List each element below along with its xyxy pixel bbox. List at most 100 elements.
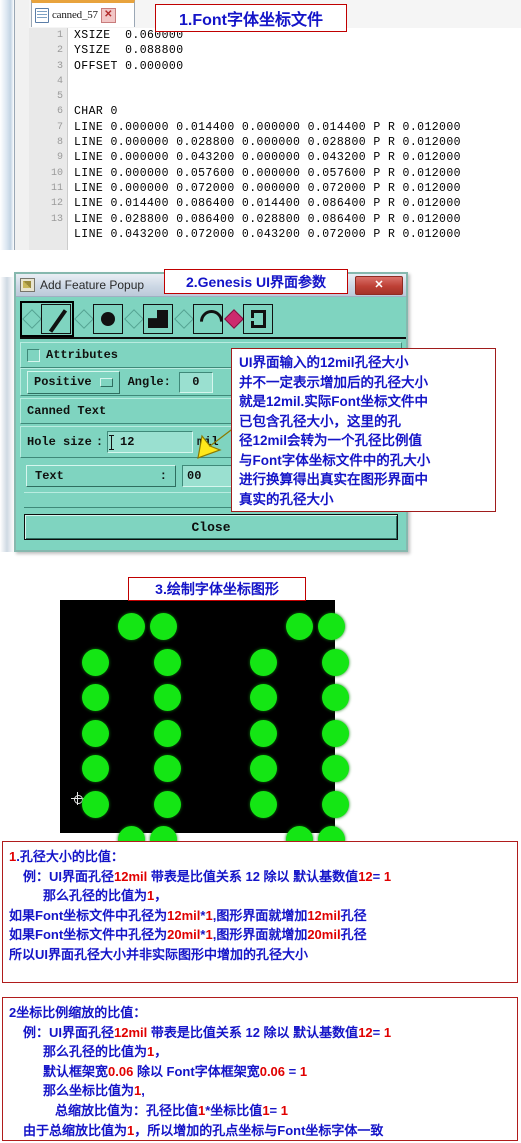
radio-diamond-icon-selected[interactable] xyxy=(224,309,244,329)
hole-size-explanation-note: UI界面输入的12mil孔径大小 并不一定表示增加后的孔径大小 就是12mil.… xyxy=(231,348,496,512)
polarity-dropdown[interactable]: Positive xyxy=(27,370,120,394)
note-line: 与Font字体坐标文件中的孔大小 xyxy=(239,452,431,468)
note-coordinate-scale-ratio: 2坐标比例缩放的比值： 例：UI界面孔径12mil 带表是比值关系 12 除以 … xyxy=(2,997,518,1141)
file-icon xyxy=(35,7,49,23)
hole-size-label: Hole size xyxy=(27,435,92,449)
code-line: LINE 0.000000 0.072000 0.000000 0.072000… xyxy=(74,181,461,195)
code-line: LINE 0.028800 0.086400 0.028800 0.086400… xyxy=(74,212,461,226)
note-line: 例：UI界面孔径12mil 带表是比值关系 12 除以 默认基数值12= 1 xyxy=(23,1024,392,1040)
glyph-dot xyxy=(150,613,177,640)
note-line: 进行换算得出真实在图形界面中 xyxy=(239,472,428,487)
tool-line[interactable] xyxy=(20,301,74,337)
note-line: 所以UI界面孔径大小并非实际图形中增加的孔径大小 xyxy=(9,946,309,962)
glyph-dot xyxy=(82,719,109,747)
note-line: 真实的孔径大小 xyxy=(239,491,334,507)
note-line: 并不一定表示增加后的孔径大小 xyxy=(239,374,428,390)
line-number: 13 xyxy=(50,213,63,225)
line-number: 11 xyxy=(50,182,63,194)
attributes-checkbox[interactable] xyxy=(27,348,40,362)
note-line: UI界面输入的12mil孔径大小 xyxy=(239,355,409,370)
feature-tool-row xyxy=(20,301,310,338)
line-number-gutter: 1 2 3 4 5 6 7 8 9 10 11 12 13 xyxy=(29,28,68,250)
line-number: 4 xyxy=(56,75,63,87)
surface-icon[interactable] xyxy=(143,304,173,334)
code-line: LINE 0.043200 0.072000 0.043200 0.072000… xyxy=(74,227,461,241)
line-number: 2 xyxy=(56,45,63,57)
note-line: 那么坐标比值为1, xyxy=(43,1083,145,1099)
glyph-dot xyxy=(322,755,349,782)
glyph-dot xyxy=(250,648,277,676)
line-number: 5 xyxy=(56,91,63,103)
chevron-down-icon[interactable] xyxy=(99,377,113,387)
radio-diamond-icon[interactable] xyxy=(124,309,144,329)
graphic-canvas[interactable] xyxy=(60,600,349,853)
line-number: 10 xyxy=(50,167,63,179)
code-line: LINE 0.014400 0.086400 0.014400 0.086400… xyxy=(74,197,461,211)
line-number: 6 xyxy=(56,106,63,118)
callout-font-file: 1.Font字体坐标文件 xyxy=(155,4,347,32)
tab-label: canned_57 xyxy=(52,9,98,21)
hole-size-colon: : xyxy=(95,435,104,449)
note-line: 由于总缩放比值为1，所以增加的孔点坐标与Font坐标字体一致 xyxy=(23,1122,384,1138)
glyph-dot xyxy=(154,790,181,818)
glyph-dot xyxy=(154,755,181,782)
close-button[interactable]: Close xyxy=(24,514,398,540)
line-number: 1 xyxy=(56,30,63,41)
arc-icon[interactable] xyxy=(193,304,228,338)
tool-pad[interactable] xyxy=(74,301,124,337)
pad-icon[interactable] xyxy=(93,304,123,334)
note-title: 1.孔径大小的比值： xyxy=(9,849,124,864)
tool-text[interactable] xyxy=(224,301,274,337)
editor-body: 1 2 3 4 5 6 7 8 9 10 11 12 13 XSIZE 0.06… xyxy=(29,28,521,250)
line-icon[interactable] xyxy=(41,304,71,334)
attributes-label: Attributes xyxy=(46,348,119,362)
line-number: 12 xyxy=(50,198,63,210)
code-line: OFFSET 0.000000 xyxy=(74,59,184,73)
canned-text-label: Canned Text xyxy=(27,404,107,418)
code-line: LINE 0.000000 0.057600 0.000000 0.057600… xyxy=(74,166,461,180)
dialog-title: Add Feature Popup xyxy=(40,278,145,292)
code-line: YSIZE 0.088800 xyxy=(74,44,184,58)
glyph-dot xyxy=(82,790,109,818)
line-number: 3 xyxy=(56,60,63,72)
close-icon[interactable]: ✕ xyxy=(100,7,116,23)
note-line: 如果Font坐标文件中孔径为20mil*1,图形界面就增加20mil孔径 xyxy=(9,927,367,943)
line-number: 8 xyxy=(56,137,63,149)
code-text-area[interactable]: XSIZE 0.060000 YSIZE 0.088800 OFFSET 0.0… xyxy=(68,28,521,250)
angle-input[interactable]: 0 xyxy=(178,371,213,393)
line-number: 9 xyxy=(56,152,63,164)
note-hole-size-ratio: 1.孔径大小的比值： 例：UI界面孔径12mil 带表是比值关系 12 除以 默… xyxy=(2,841,518,983)
angle-label: Angle: xyxy=(127,375,171,389)
note-line: 就是12mil.实际Font坐标文件中 xyxy=(239,394,429,409)
text-caret-icon xyxy=(109,435,115,450)
window-close-button[interactable]: ✕ xyxy=(355,276,403,295)
text-label-button[interactable]: Text : xyxy=(26,465,176,487)
hole-size-value: 12 xyxy=(120,435,135,449)
glyph-dot xyxy=(250,755,277,782)
code-line: LINE 0.000000 0.014400 0.000000 0.014400… xyxy=(74,120,461,134)
text-icon[interactable] xyxy=(243,304,273,334)
callout-genesis-ui: 2.Genesis UI界面参数 xyxy=(164,269,348,294)
glyph-dot xyxy=(82,648,109,676)
line-number: 7 xyxy=(56,121,63,133)
tab-canned-57[interactable]: canned_57 ✕ xyxy=(31,0,135,27)
glyph-dot xyxy=(286,613,313,640)
radio-diamond-icon[interactable] xyxy=(174,309,194,329)
callout-rendered-glyph: 3.绘制字体坐标图形 xyxy=(128,577,306,601)
radio-diamond-icon[interactable] xyxy=(22,309,42,329)
glyph-dot xyxy=(82,684,109,711)
tool-surface[interactable] xyxy=(124,301,174,337)
editor-left-rail xyxy=(0,0,14,250)
polarity-value: Positive xyxy=(34,375,92,389)
glyph-dot xyxy=(322,684,349,711)
note-line: 那么孔径的比值为1， xyxy=(43,888,168,904)
text-colon: : xyxy=(159,469,167,483)
note-title: 2坐标比例缩放的比值： xyxy=(9,1005,147,1020)
tool-arc[interactable] xyxy=(174,301,228,338)
editor-frame: canned_57 ✕ 1 2 3 4 5 6 7 8 9 10 11 12 1… xyxy=(14,0,521,250)
radio-diamond-icon[interactable] xyxy=(74,309,94,329)
note-line: 已包含孔径大小，这里的孔 xyxy=(239,413,401,429)
glyph-dot xyxy=(250,719,277,747)
